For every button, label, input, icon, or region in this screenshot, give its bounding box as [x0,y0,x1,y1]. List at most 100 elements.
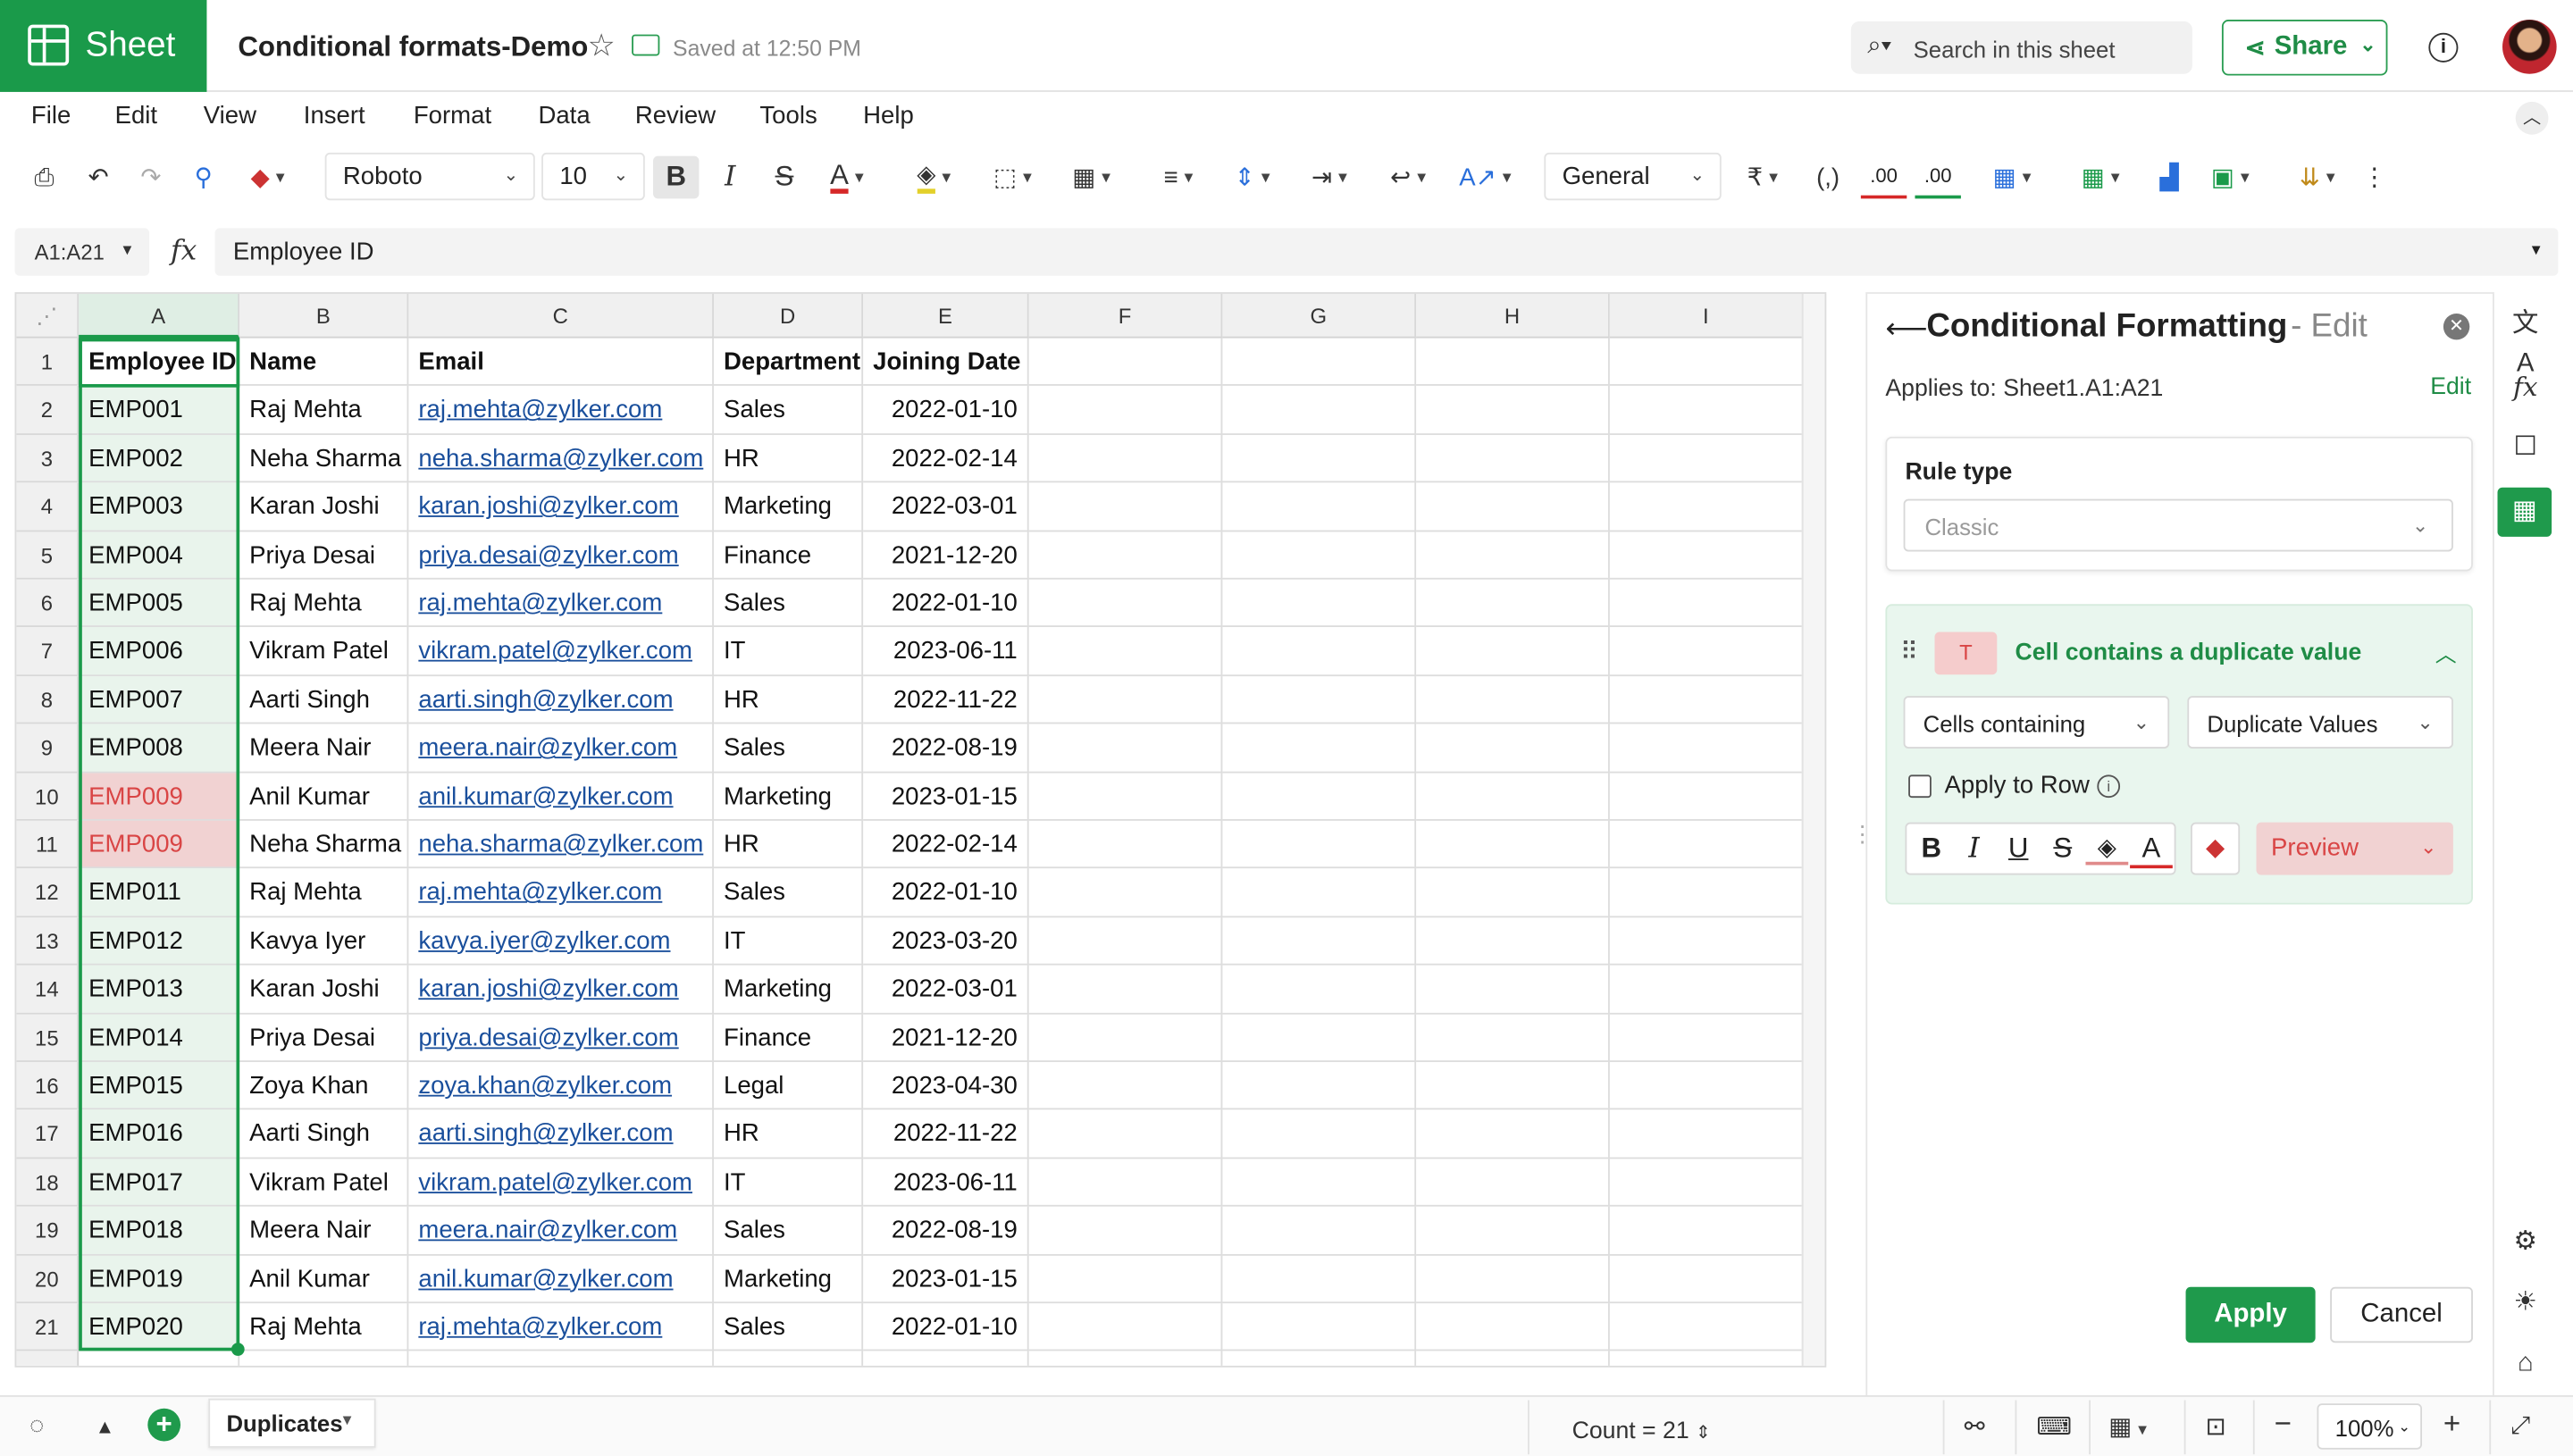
currency-icon[interactable]: ₹ ▼ [1731,156,1797,199]
empty-cell[interactable] [1416,675,1610,724]
document-title[interactable]: Conditional formats-Demo [238,31,588,64]
table-cell[interactable]: Legal [713,1061,864,1110]
empty-cell[interactable] [1609,579,1804,628]
table-cell[interactable]: Vikram Patel [239,627,409,676]
zoom-select[interactable]: 100% ⌄ [2317,1403,2423,1450]
table-cell[interactable]: vikram.patel@zylker.com [408,1159,714,1208]
table-cell[interactable]: karan.joshi@zylker.com [408,482,714,531]
applies-edit-link[interactable]: Edit [2430,374,2471,400]
close-icon[interactable]: ✕ [2443,313,2470,340]
font-color-icon[interactable]: A [2130,833,2173,869]
row-header[interactable]: 9 [16,724,80,773]
empty-cell[interactable] [1609,1159,1804,1208]
table-cell[interactable]: EMP019 [79,1255,240,1304]
empty-cell[interactable] [1028,434,1223,483]
fill-handle[interactable] [230,1343,245,1356]
row-header[interactable] [16,1351,80,1366]
empty-cell[interactable] [1222,724,1417,773]
duplicate-values-select[interactable]: Duplicate Values ⌄ [2187,696,2453,749]
table-cell[interactable]: 2022-08-19 [863,1207,1029,1256]
menu-view[interactable]: View [204,102,256,130]
table-cell[interactable]: IT [713,916,864,966]
empty-cell[interactable] [1222,627,1417,676]
bold-icon[interactable]: B [653,155,700,199]
table-cell[interactable]: Meera Nair [239,1207,409,1256]
table-cell[interactable]: 2022-01-10 [863,868,1029,917]
menu-data[interactable]: Data [538,102,590,130]
empty-cell[interactable] [1416,338,1610,387]
empty-cell[interactable] [1416,1109,1610,1159]
empty-cell[interactable] [1028,1159,1223,1208]
clear-format-icon[interactable]: ◆ ▼ [236,156,301,199]
menu-help[interactable]: Help [863,102,914,130]
italic-icon[interactable]: I [1953,833,1996,866]
name-box[interactable]: A1:A21 ▼ [14,228,150,276]
vertical-align-icon[interactable]: ⇕ ▼ [1222,156,1285,199]
empty-cell[interactable] [1416,1159,1610,1208]
merge-cells-icon[interactable]: ▦ ▼ [1060,156,1126,199]
table-cell[interactable]: raj.mehta@zylker.com [408,579,714,628]
empty-cell[interactable] [1609,675,1804,724]
empty-cell[interactable] [1028,1061,1223,1110]
chart-icon[interactable]: ▟ [2148,156,2191,199]
table-cell[interactable]: EMP005 [79,579,240,628]
table-cell[interactable]: EMP020 [79,1303,240,1352]
number-format-select[interactable]: General ⌄ [1544,152,1722,201]
row-header[interactable]: 4 [16,482,80,531]
empty-cell[interactable] [1222,772,1417,821]
empty-cell[interactable] [1416,1013,1610,1062]
column-title[interactable]: Name [239,338,409,387]
table-cell[interactable]: 2022-03-01 [863,482,1029,531]
empty-cell[interactable] [1416,1351,1610,1366]
table-cell[interactable]: aarti.singh@zylker.com [408,1109,714,1159]
column-title[interactable]: Department [713,338,864,387]
row-header[interactable]: 19 [16,1207,80,1256]
table-cell[interactable]: 2023-03-20 [863,916,1029,966]
empty-cell[interactable] [1416,386,1610,435]
function-icon[interactable]: fx [171,235,197,268]
borders-icon[interactable]: ⬚ ▼ [981,156,1046,199]
empty-cell[interactable] [1416,531,1610,580]
empty-cell[interactable] [239,1351,409,1366]
empty-cell[interactable] [1222,916,1417,966]
cells-containing-select[interactable]: Cells containing ⌄ [1903,696,2170,749]
table-cell[interactable]: Sales [713,1303,864,1352]
table-style-icon[interactable]: ▦ ▼ [2069,156,2134,199]
collapse-toolbar-icon[interactable]: ︿ [2515,101,2549,135]
table-cell[interactable]: HR [713,820,864,869]
table-cell[interactable]: kavya.iyer@zylker.com [408,916,714,966]
empty-cell[interactable] [1028,1013,1223,1062]
empty-cell[interactable] [1028,868,1223,917]
table-cell[interactable]: Finance [713,531,864,580]
cancel-button[interactable]: Cancel [2330,1286,2473,1343]
table-cell[interactable]: EMP008 [79,724,240,773]
table-cell[interactable]: EMP014 [79,1013,240,1062]
table-cell[interactable]: Zoya Khan [239,1061,409,1110]
app-logo[interactable]: Sheet [0,0,207,92]
row-header[interactable]: 15 [16,1013,80,1062]
comment-icon[interactable]: ☐ [2506,429,2545,468]
table-cell[interactable]: 2022-03-01 [863,965,1029,1014]
empty-cell[interactable] [1028,1255,1223,1304]
strikethrough-icon[interactable]: S [2041,833,2084,866]
row-header[interactable]: 11 [16,820,80,869]
conditional-formatting-icon[interactable]: ▦ [2497,487,2552,537]
indent-icon[interactable]: ⇥ ▼ [1298,156,1363,199]
chat-icon[interactable]: ◌ [29,1411,44,1439]
count-status[interactable]: Count = 21 ⇕ [1572,1418,1711,1444]
table-cell[interactable]: Aarti Singh [239,675,409,724]
zoom-out-icon[interactable]: − [2275,1407,2292,1442]
empty-cell[interactable] [1029,1351,1223,1366]
empty-cell[interactable] [1222,531,1417,580]
table-cell[interactable]: IT [713,1159,864,1208]
empty-cell[interactable] [1028,386,1223,435]
table-cell[interactable]: Neha Sharma [239,434,409,483]
table-cell[interactable]: Sales [713,1207,864,1256]
table-cell[interactable]: HR [713,1109,864,1159]
empty-cell[interactable] [1609,724,1804,773]
text-rotation-icon[interactable]: A↗ ▼ [1454,156,1519,199]
empty-cell[interactable] [863,1351,1029,1366]
empty-cell[interactable] [1609,434,1804,483]
empty-cell[interactable] [1028,531,1223,580]
text-color-icon[interactable]: A ▼ [814,156,883,199]
